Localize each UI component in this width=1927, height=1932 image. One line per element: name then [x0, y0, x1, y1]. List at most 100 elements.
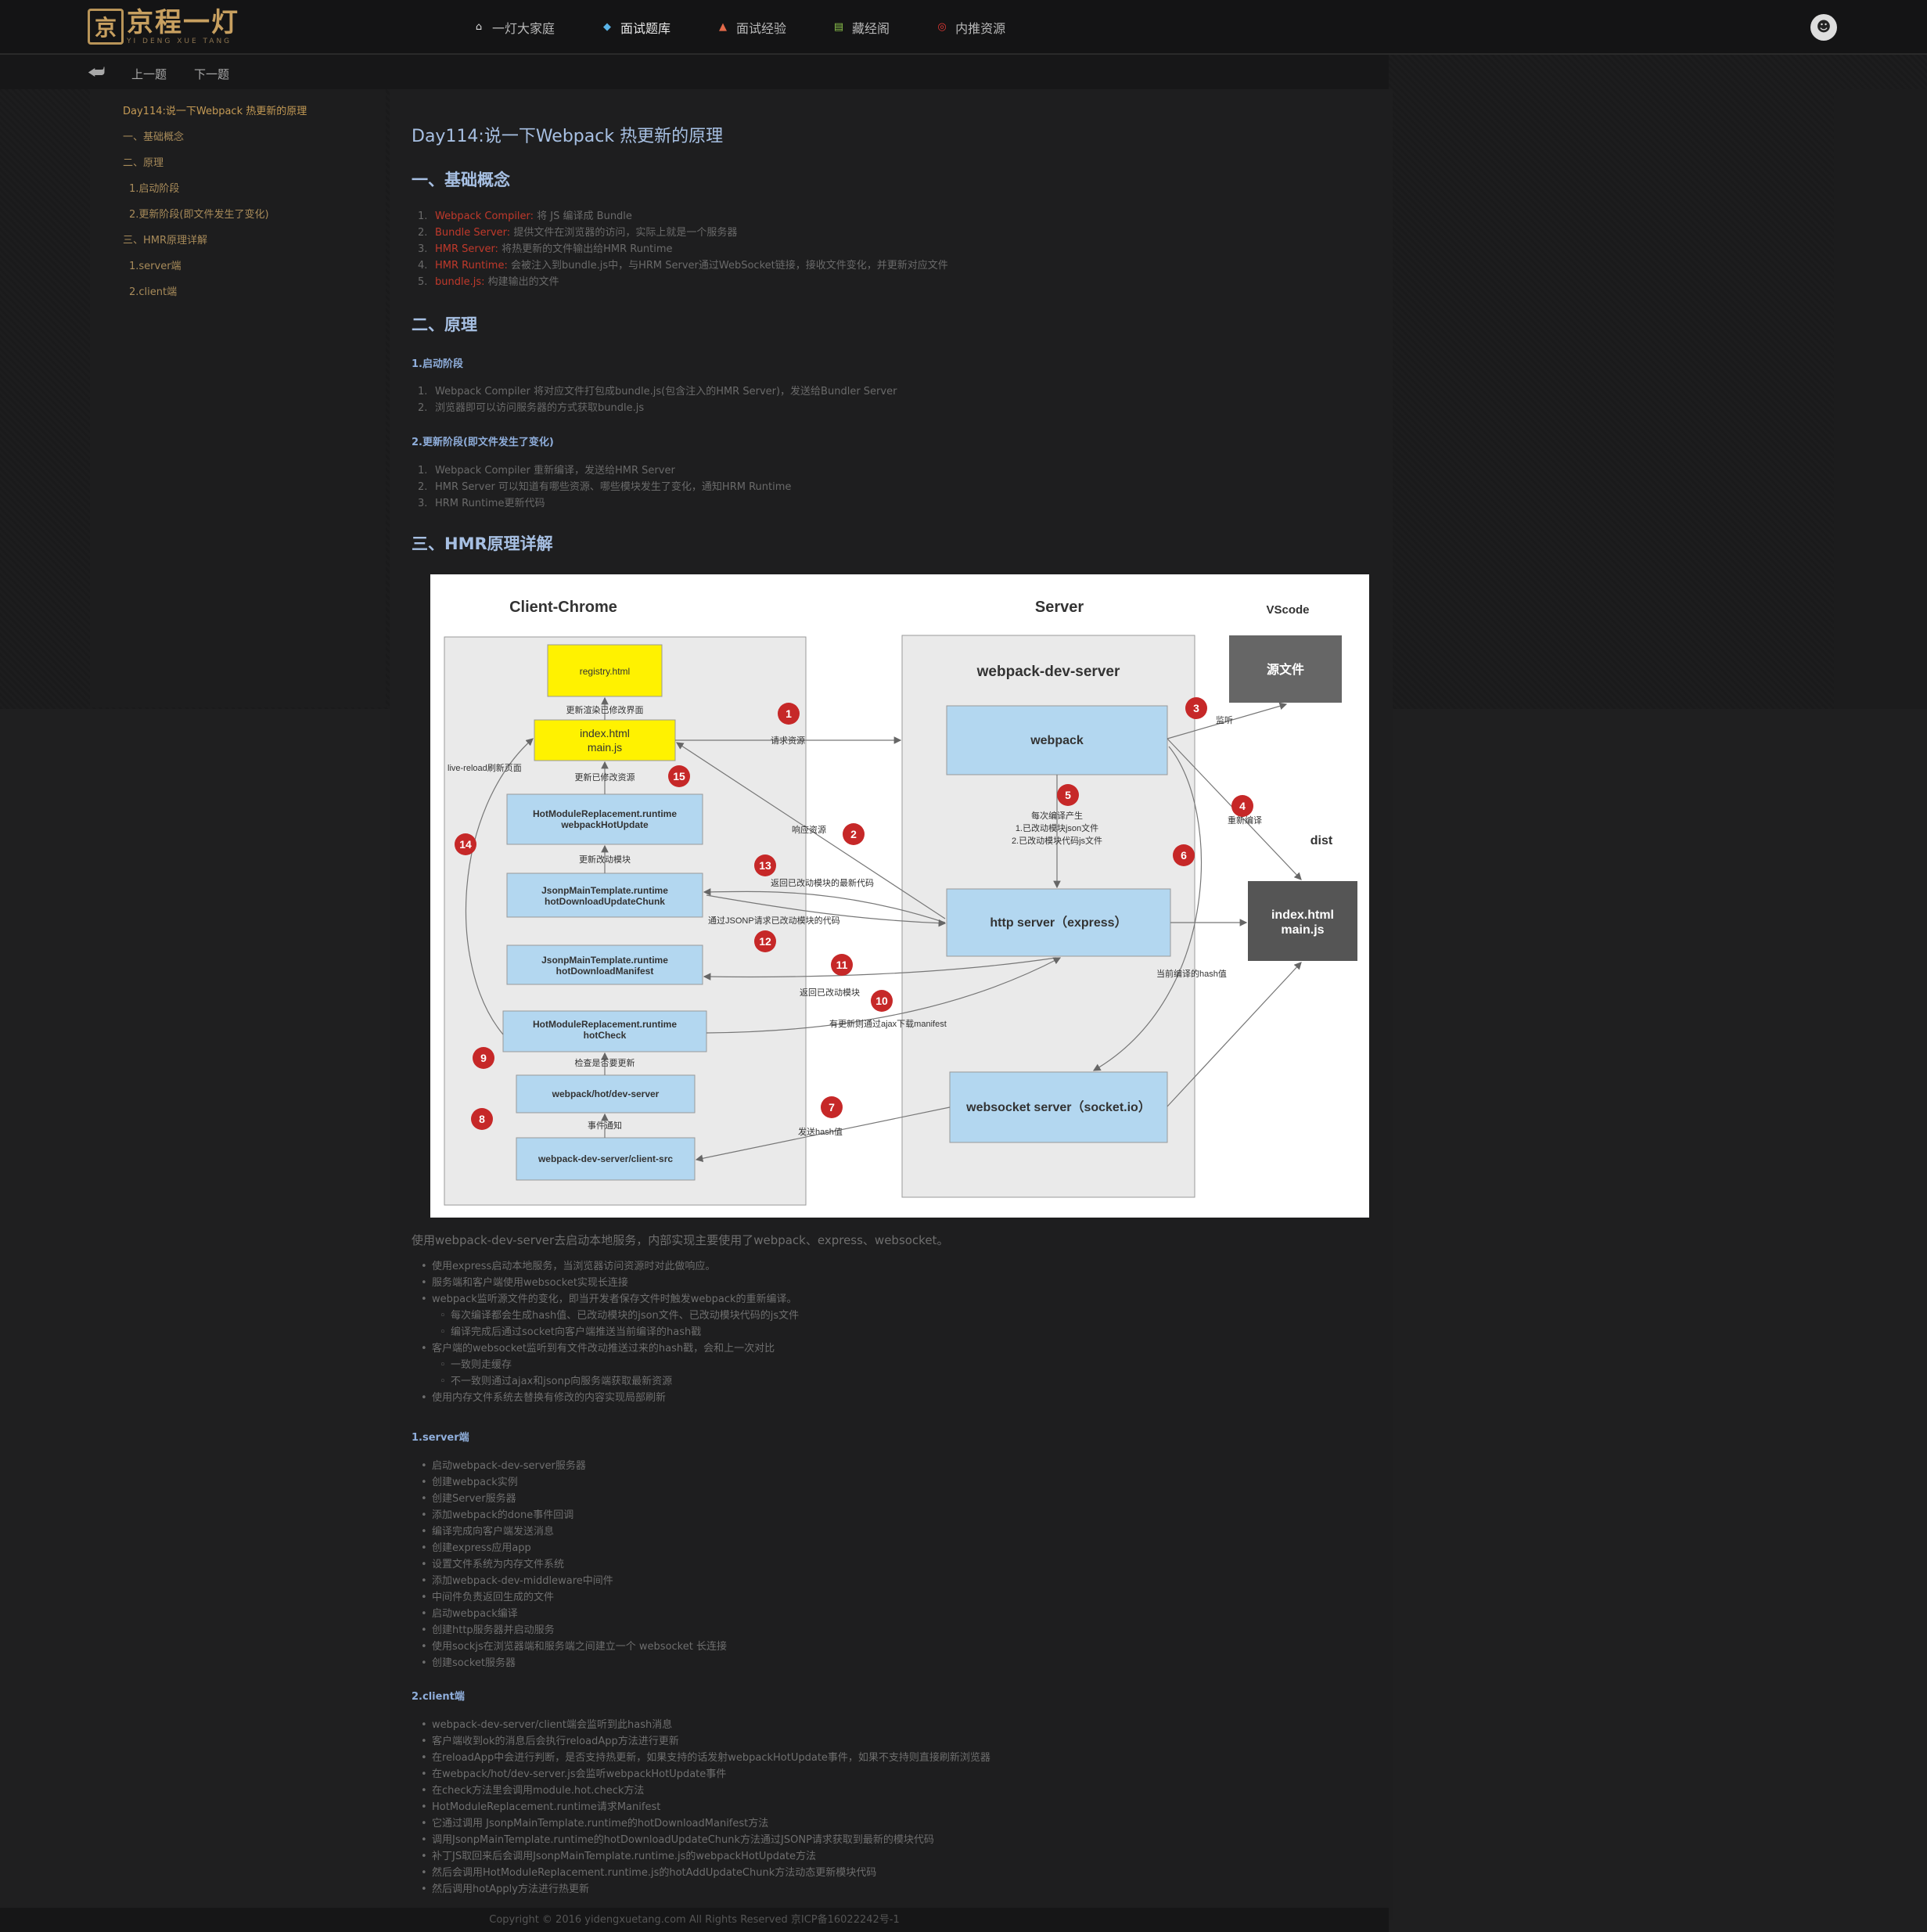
edge-label: 当前编译的hash值	[1156, 968, 1227, 979]
box-label: hotDownloadManifest	[556, 966, 654, 977]
toc-item[interactable]: 2.更新阶段(即文件发生了变化)	[90, 203, 386, 229]
nav-item-label: 面试题库	[620, 21, 671, 36]
list-item: 1. Webpack Compiler 重新编译，发送给HMR Server	[418, 465, 675, 477]
back-arrow-icon[interactable]: ⮨	[88, 61, 105, 83]
list-item: webpack-dev-server/client端会监听到此hash消息	[412, 1717, 990, 1733]
list-item: 2. HMR Server 可以知道有哪些资源、哪些模块发生了变化，通知HRM R…	[418, 481, 792, 493]
list-item: 创建socket服务器	[412, 1655, 727, 1671]
edge-label: 返回已改动模块	[800, 987, 860, 998]
edge-label: 通过JSONP请求已改动模块的代码	[708, 915, 840, 926]
list-item: 设置文件系统为内存文件系统	[412, 1556, 727, 1573]
list-item: 编译完成后通过socket向客户端推送当前编译的hash戳	[412, 1324, 799, 1340]
edge-label: 2.已改动模块代码js文件	[1012, 835, 1102, 846]
server-steps-list: 启动webpack-dev-server服务器 创建webpack实例 创建Se…	[412, 1458, 727, 1671]
list-item: 然后调用hotApply方法进行热更新	[412, 1881, 990, 1898]
box-label: webpackHotUpdate	[560, 819, 649, 830]
wds-label: webpack-dev-server	[976, 664, 1120, 680]
list-item: 调用JsonpMainTemplate.runtime的hotDownloadU…	[412, 1832, 990, 1848]
section-heading: 二、原理	[412, 315, 477, 334]
nav-item-library[interactable]: ▤ 藏经阁	[833, 0, 890, 55]
list-item: 启动webpack编译	[412, 1606, 727, 1622]
svg-text:5: 5	[1065, 789, 1071, 801]
box-label: HotModuleReplacement.runtime	[533, 1019, 677, 1030]
toc-item[interactable]: 一、基础概念	[90, 126, 386, 152]
user-avatar[interactable]: ☻	[1810, 14, 1837, 41]
list-item: 创建http服务器并启动服务	[412, 1622, 727, 1639]
list-item: 在reloadApp中会进行判断，是否支持热更新，如果支持的话发射webpack…	[412, 1750, 990, 1766]
prev-question-link[interactable]: 上一题	[131, 66, 167, 82]
list-item: 中间件负责返回生成的文件	[412, 1589, 727, 1606]
top-navbar: 京 京程一灯 YI DENG XUE TANG ⌂ 一灯大家庭 ◆ 面试题库 ▲ 面试…	[0, 0, 1927, 55]
list-item: 1. Webpack Compiler: 将 JS 编译成 Bundle	[418, 210, 632, 222]
box-label: websocket server（socket.io）	[965, 1100, 1151, 1114]
box-label: webpack/hot/dev-server	[552, 1088, 660, 1099]
nav-item-home[interactable]: ⌂ 一灯大家庭	[473, 0, 555, 55]
section-heading: 三、HMR原理详解	[412, 534, 553, 553]
logo-subtext: YI DENG XUE TANG	[127, 38, 232, 45]
list-item: 5. bundle.js: 构建输出的文件	[418, 276, 559, 288]
right-gutter	[1834, 89, 1927, 709]
nav-item-label: 藏经阁	[852, 21, 890, 36]
list-item: 启动webpack-dev-server服务器	[412, 1458, 727, 1474]
toc-item[interactable]: 二、原理	[90, 152, 386, 178]
book-icon: ▤	[833, 21, 844, 33]
shoe-icon: ▲	[719, 21, 728, 33]
svg-text:11: 11	[836, 959, 848, 971]
list-item: 补丁JS取回来后会调用JsonpMainTemplate.runtime.js的…	[412, 1848, 990, 1865]
edge-label: 更新改动模块	[579, 854, 631, 865]
toc-item[interactable]: 2.client端	[90, 281, 386, 307]
box-label: index.html	[580, 727, 630, 739]
toc-item[interactable]: 三、HMR原理详解	[90, 229, 386, 255]
index-box	[534, 719, 676, 761]
edge-label: 监听	[1216, 715, 1233, 725]
nav-item-label: 内推资源	[955, 21, 1006, 36]
toc-item[interactable]: 1.server端	[90, 255, 386, 281]
list-item: 创建express应用app	[412, 1540, 727, 1556]
list-item: 使用内存文件系统去替换有修改的内容实现局部刷新	[412, 1390, 799, 1406]
box-label: hotCheck	[584, 1030, 627, 1041]
subsection-heading: 2.更新阶段(即文件发生了变化)	[412, 437, 554, 448]
subsection-heading: 2.client端	[412, 1691, 465, 1703]
subsection-heading: 1.server端	[412, 1432, 469, 1444]
site-logo[interactable]: 京 京程一灯 YI DENG XUE TANG	[88, 6, 239, 47]
toc-sidebar: Day114:说一下Webpack 热更新的原理 一、基础概念 二、原理 1.启…	[90, 89, 386, 707]
box-label: 源文件	[1267, 662, 1304, 677]
nav-item-experience[interactable]: ▲ 面试经验	[717, 0, 786, 55]
article-content: Day114:说一下Webpack 热更新的原理 一、基础概念 1. Webpac…	[390, 89, 1393, 1920]
start-phase-list: 1. Webpack Compiler 将对应文件打包成bundle.js(包含注…	[412, 383, 897, 416]
svg-text:9: 9	[480, 1052, 487, 1064]
list-item: 创建webpack实例	[412, 1474, 727, 1491]
edge-label: 有更新则通过ajax下载manifest	[829, 1018, 947, 1029]
edge-label: live-reload刷新页面	[448, 762, 522, 773]
edge-label: 更新渲染已修改界面	[566, 704, 644, 715]
nav-item-label: 一灯大家庭	[492, 21, 555, 36]
list-item: webpack监听源文件的变化，即当开发者保存文件时触发webpack的重新编译…	[412, 1291, 799, 1308]
hmr-intro-text: 使用webpack-dev-server去启动本地服务，内部实现主要使用了web…	[412, 1233, 949, 1247]
nav-item-referral[interactable]: ◎ 内推资源	[937, 0, 1005, 55]
nav-item-questions[interactable]: ◆ 面试题库	[602, 0, 670, 55]
dist-label: dist	[1310, 834, 1333, 847]
box-label: HotModuleReplacement.runtime	[533, 808, 677, 819]
edge-label: 更新已修改资源	[575, 772, 635, 783]
list-item: 不一致则通过ajax和jsonp向服务端获取最新资源	[412, 1373, 799, 1390]
list-item: 3. HMR Server: 将热更新的文件输出给HMR Runtime	[418, 243, 673, 255]
logo-text: 京程一灯	[127, 7, 239, 38]
vscode-column-title: VScode	[1266, 603, 1309, 617]
list-item: 它通过调用 JsonpMainTemplate.runtime的hotDownl…	[412, 1815, 990, 1832]
box-label: http server（express）	[990, 916, 1127, 930]
edge-label: 事件通知	[588, 1120, 622, 1131]
client-column-title: Client-Chrome	[509, 599, 617, 616]
edge-label: 发送hash值	[798, 1126, 843, 1137]
target-icon: ◎	[937, 21, 947, 33]
list-item: 1. Webpack Compiler 将对应文件打包成bundle.js(包含注…	[418, 386, 897, 398]
server-column-title: Server	[1035, 599, 1084, 616]
svg-text:4: 4	[1239, 800, 1246, 812]
toc-item[interactable]: 1.启动阶段	[90, 178, 386, 203]
svg-text:3: 3	[1193, 702, 1199, 714]
box-label: main.js	[1281, 923, 1324, 937]
toc-item[interactable]: Day114:说一下Webpack 热更新的原理	[90, 100, 386, 126]
next-question-link[interactable]: 下一题	[194, 66, 229, 82]
list-item: 在webpack/hot/dev-server.js会监听webpackHotU…	[412, 1766, 990, 1783]
list-item: 2. Bundle Server: 提供文件在浏览器的访问，实际上就是一个服务器	[418, 227, 738, 239]
list-item: 3. HRM Runtime更新代码	[418, 498, 545, 509]
